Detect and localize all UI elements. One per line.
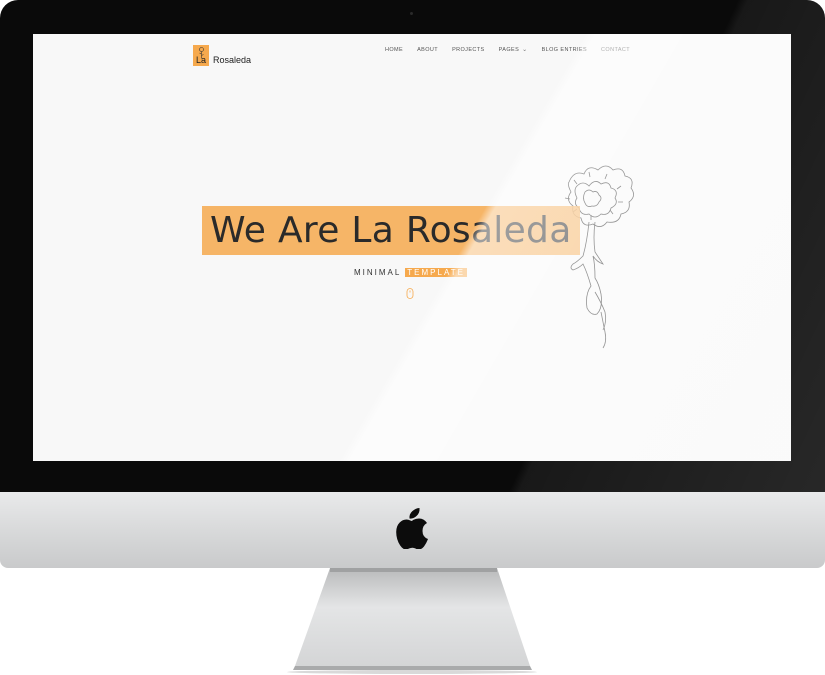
nav-home-label: HOME [385,46,404,53]
apple-logo [396,508,428,549]
monitor-stand [287,568,537,674]
hero-title: We Are La Rosaleda [202,206,580,255]
chevron-down-icon: ⌄ [522,47,528,53]
main-nav: HOME ABOUT PROJECTS PAGES ⌄ BLOG ENTRIES … [385,46,644,54]
nav-pages-label: PAGES [498,46,520,53]
screen: La Rosaleda HOME ABOUT PROJECTS PAGES ⌄ B… [33,34,791,461]
nav-blog-entries-label: BLOG ENTRIES [541,46,588,53]
nav-home[interactable]: HOME [385,46,403,53]
nav-about-label: ABOUT [417,46,439,53]
logo-name-text: Rosaleda [213,55,252,65]
hero-subtitle-highlight: TEMPLATE [405,268,467,277]
nav-projects[interactable]: PROJECTS [452,46,485,53]
nav-contact[interactable]: CONTACT [601,46,630,53]
nav-about[interactable]: ABOUT [417,46,438,53]
site-logo[interactable]: La Rosaleda [193,34,251,66]
nav-contact-label: CONTACT [601,46,631,53]
nav-blog-entries[interactable]: BLOG ENTRIES [542,46,587,53]
logo-la-block: La [193,45,210,66]
nav-projects-label: PROJECTS [452,46,485,53]
rose-icon [199,47,204,59]
monitor-bezel: La Rosaleda HOME ABOUT PROJECTS PAGES ⌄ B… [0,0,825,492]
hero-subtitle-plain: MINIMAL [354,268,402,277]
mouse-scroll-icon[interactable] [406,288,414,299]
camera-dot [410,12,413,15]
hero-subtitle: MINIMAL TEMPLATE [354,268,467,277]
nav-pages[interactable]: PAGES ⌄ [498,46,528,54]
